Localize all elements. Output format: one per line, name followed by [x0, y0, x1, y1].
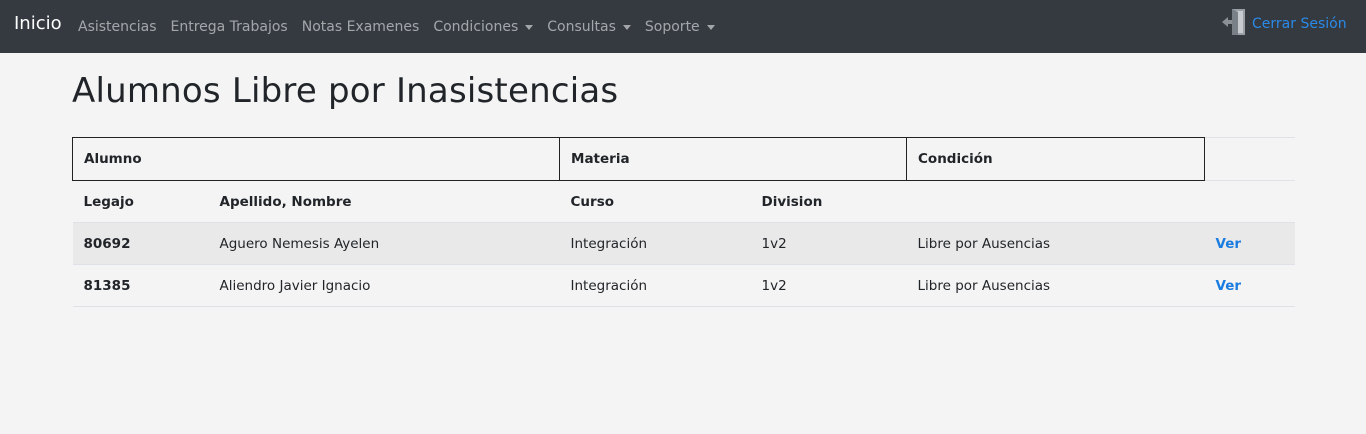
- nav-item-asistencias[interactable]: Asistencias: [71, 19, 164, 35]
- cell-nombre: Aguero Nemesis Ayelen: [208, 222, 560, 265]
- cell-curso: Integración: [559, 264, 751, 307]
- cell-legajo: 80692: [72, 222, 209, 265]
- nav-item-label: Soporte: [644, 18, 700, 35]
- column-header-empty: [906, 180, 1205, 223]
- column-header-curso: Curso: [559, 180, 751, 223]
- door-exit-icon: [1221, 8, 1247, 40]
- nav-dropdown-soporte[interactable]: Soporte: [638, 19, 722, 35]
- cell-nombre: Aliendro Javier Ignacio: [208, 264, 560, 307]
- nav-item-label: Consultas: [547, 18, 616, 35]
- nav-dropdown-consultas[interactable]: Consultas: [540, 19, 638, 35]
- nav-item-label: Asistencias: [78, 18, 157, 35]
- students-table-container: Alumno Materia Condición Legajo Apellido…: [71, 137, 1295, 307]
- column-header-nombre: Apellido, Nombre: [208, 180, 560, 223]
- column-header-division: Division: [750, 180, 907, 223]
- column-header-legajo: Legajo: [72, 180, 209, 223]
- nav-item-notas-examenes[interactable]: Notas Examenes: [295, 19, 427, 35]
- cell-condicion: Libre por Ausencias: [906, 222, 1205, 265]
- nav-dropdown-condiciones[interactable]: Condiciones: [426, 19, 540, 35]
- table-row: 80692 Aguero Nemesis Ayelen Integración …: [72, 222, 1295, 265]
- column-header-row: Legajo Apellido, Nombre Curso Division: [72, 180, 1295, 223]
- caret-down-icon: [622, 24, 631, 30]
- logout-link[interactable]: Cerrar Sesión: [1221, 8, 1347, 40]
- group-header-row: Alumno Materia Condición: [71, 137, 1295, 181]
- page-title: Alumnos Libre por Inasistencias: [72, 71, 619, 111]
- ver-link[interactable]: Ver: [1216, 278, 1242, 294]
- caret-down-icon: [706, 24, 715, 30]
- ver-link[interactable]: Ver: [1216, 236, 1242, 252]
- brand-link[interactable]: Inicio: [14, 13, 62, 35]
- cell-action: Ver: [1204, 222, 1295, 265]
- cell-condicion: Libre por Ausencias: [906, 264, 1205, 307]
- cell-legajo: 81385: [72, 264, 209, 307]
- cell-action: Ver: [1204, 264, 1295, 307]
- nav-item-label: Notas Examenes: [301, 18, 420, 35]
- group-header-empty: [1204, 137, 1295, 181]
- top-navbar: Inicio Asistencias Entrega Trabajos Nota…: [0, 0, 1366, 53]
- group-header-alumno: Alumno: [71, 137, 561, 181]
- column-header-empty: [1204, 180, 1295, 223]
- group-header-condicion: Condición: [906, 137, 1206, 181]
- cell-curso: Integración: [559, 222, 751, 265]
- cell-division: 1v2: [750, 264, 907, 307]
- nav-menu: Asistencias Entrega Trabajos Notas Exame…: [71, 0, 722, 53]
- cell-division: 1v2: [750, 222, 907, 265]
- logout-label: Cerrar Sesión: [1252, 16, 1347, 32]
- table-row: 81385 Aliendro Javier Ignacio Integració…: [72, 264, 1295, 307]
- group-header-materia: Materia: [559, 137, 908, 181]
- nav-item-label: Entrega Trabajos: [170, 18, 288, 35]
- nav-item-entrega-trabajos[interactable]: Entrega Trabajos: [164, 19, 295, 35]
- caret-down-icon: [525, 24, 534, 30]
- students-table: Alumno Materia Condición Legajo Apellido…: [71, 137, 1295, 307]
- nav-item-label: Condiciones: [433, 18, 519, 35]
